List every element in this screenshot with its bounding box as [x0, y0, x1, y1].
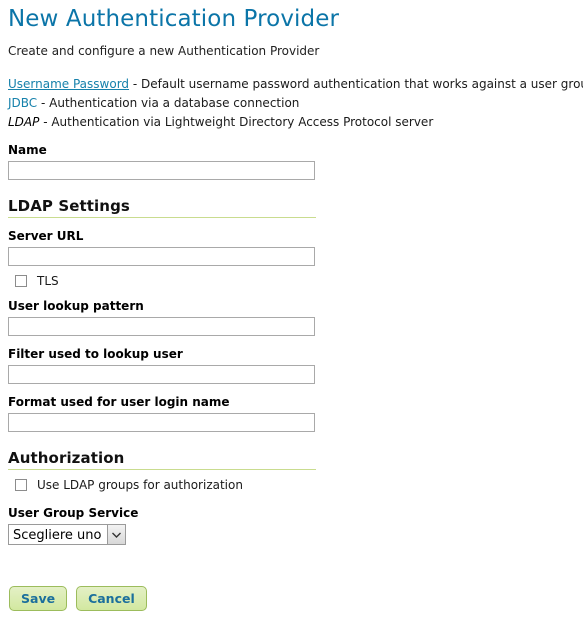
provider-description-jdbc: Authentication via a database connection: [49, 96, 300, 110]
field-user-lookup-pattern: User lookup pattern: [7, 299, 575, 336]
save-button[interactable]: Save: [9, 586, 68, 611]
field-server-url: Server URL: [7, 229, 575, 266]
field-filter-used-to-lookup-user: Filter used to lookup user: [7, 347, 575, 384]
use-ldap-groups-checkbox[interactable]: [15, 479, 27, 491]
provider-type-list: Username Password - Default username pas…: [8, 75, 583, 132]
user-lookup-pattern-input[interactable]: [8, 317, 315, 336]
server-url-label: Server URL: [8, 229, 84, 243]
provider-separator: -: [37, 96, 50, 110]
user-group-service-selected-value: Scegliere uno: [13, 528, 102, 543]
section-header-ldap-settings: LDAP Settings: [8, 197, 316, 218]
chevron-down-icon[interactable]: [106, 525, 125, 544]
user-group-service-label: User Group Service: [8, 506, 139, 520]
field-format-used-for-user-login-name: Format used for user login name: [7, 395, 575, 432]
section-header-authorization: Authorization: [8, 449, 316, 470]
provider-separator: -: [39, 115, 52, 129]
user-group-service-select[interactable]: Scegliere uno: [8, 524, 126, 545]
page-root: New Authentication Provider Create and c…: [0, 0, 583, 623]
name-input[interactable]: [8, 161, 315, 180]
field-user-group-service: User Group Service Scegliere uno: [7, 506, 575, 545]
server-url-input[interactable]: [8, 247, 315, 266]
provider-option-ldap: LDAP - Authentication via Lightweight Di…: [8, 113, 575, 132]
checkbox-row-use-ldap-groups[interactable]: Use LDAP groups for authorization: [15, 478, 575, 492]
field-name: Name: [7, 143, 575, 180]
provider-description-ldap: Authentication via Lightweight Directory…: [51, 115, 434, 129]
format-used-for-user-login-name-input[interactable]: [8, 413, 315, 432]
provider-option-jdbc: JDBC - Authentication via a database con…: [8, 94, 575, 113]
page-title: New Authentication Provider: [8, 6, 340, 32]
page-subtitle: Create and configure a new Authenticatio…: [8, 44, 320, 58]
checkbox-row-tls[interactable]: TLS: [15, 274, 575, 288]
cancel-button[interactable]: Cancel: [76, 586, 147, 611]
filter-used-to-lookup-user-input[interactable]: [8, 365, 315, 384]
provider-link-jdbc[interactable]: JDBC: [8, 96, 37, 110]
provider-label-ldap-current: LDAP: [8, 115, 40, 129]
tls-label: TLS: [37, 274, 59, 288]
form-actions: Save Cancel: [9, 586, 147, 611]
name-label: Name: [8, 143, 47, 157]
section-title-ldap-settings: LDAP Settings: [8, 197, 130, 215]
provider-link-username-password[interactable]: Username Password: [8, 77, 129, 91]
tls-checkbox[interactable]: [15, 275, 27, 287]
provider-option-username-password: Username Password - Default username pas…: [8, 75, 583, 94]
filter-used-to-lookup-user-label: Filter used to lookup user: [8, 347, 183, 361]
user-lookup-pattern-label: User lookup pattern: [8, 299, 144, 313]
provider-description-username-password: Default username password authentication…: [141, 77, 583, 91]
format-used-for-user-login-name-label: Format used for user login name: [8, 395, 230, 409]
provider-separator: -: [129, 77, 142, 91]
use-ldap-groups-label: Use LDAP groups for authorization: [37, 478, 243, 492]
section-title-authorization: Authorization: [8, 449, 125, 467]
